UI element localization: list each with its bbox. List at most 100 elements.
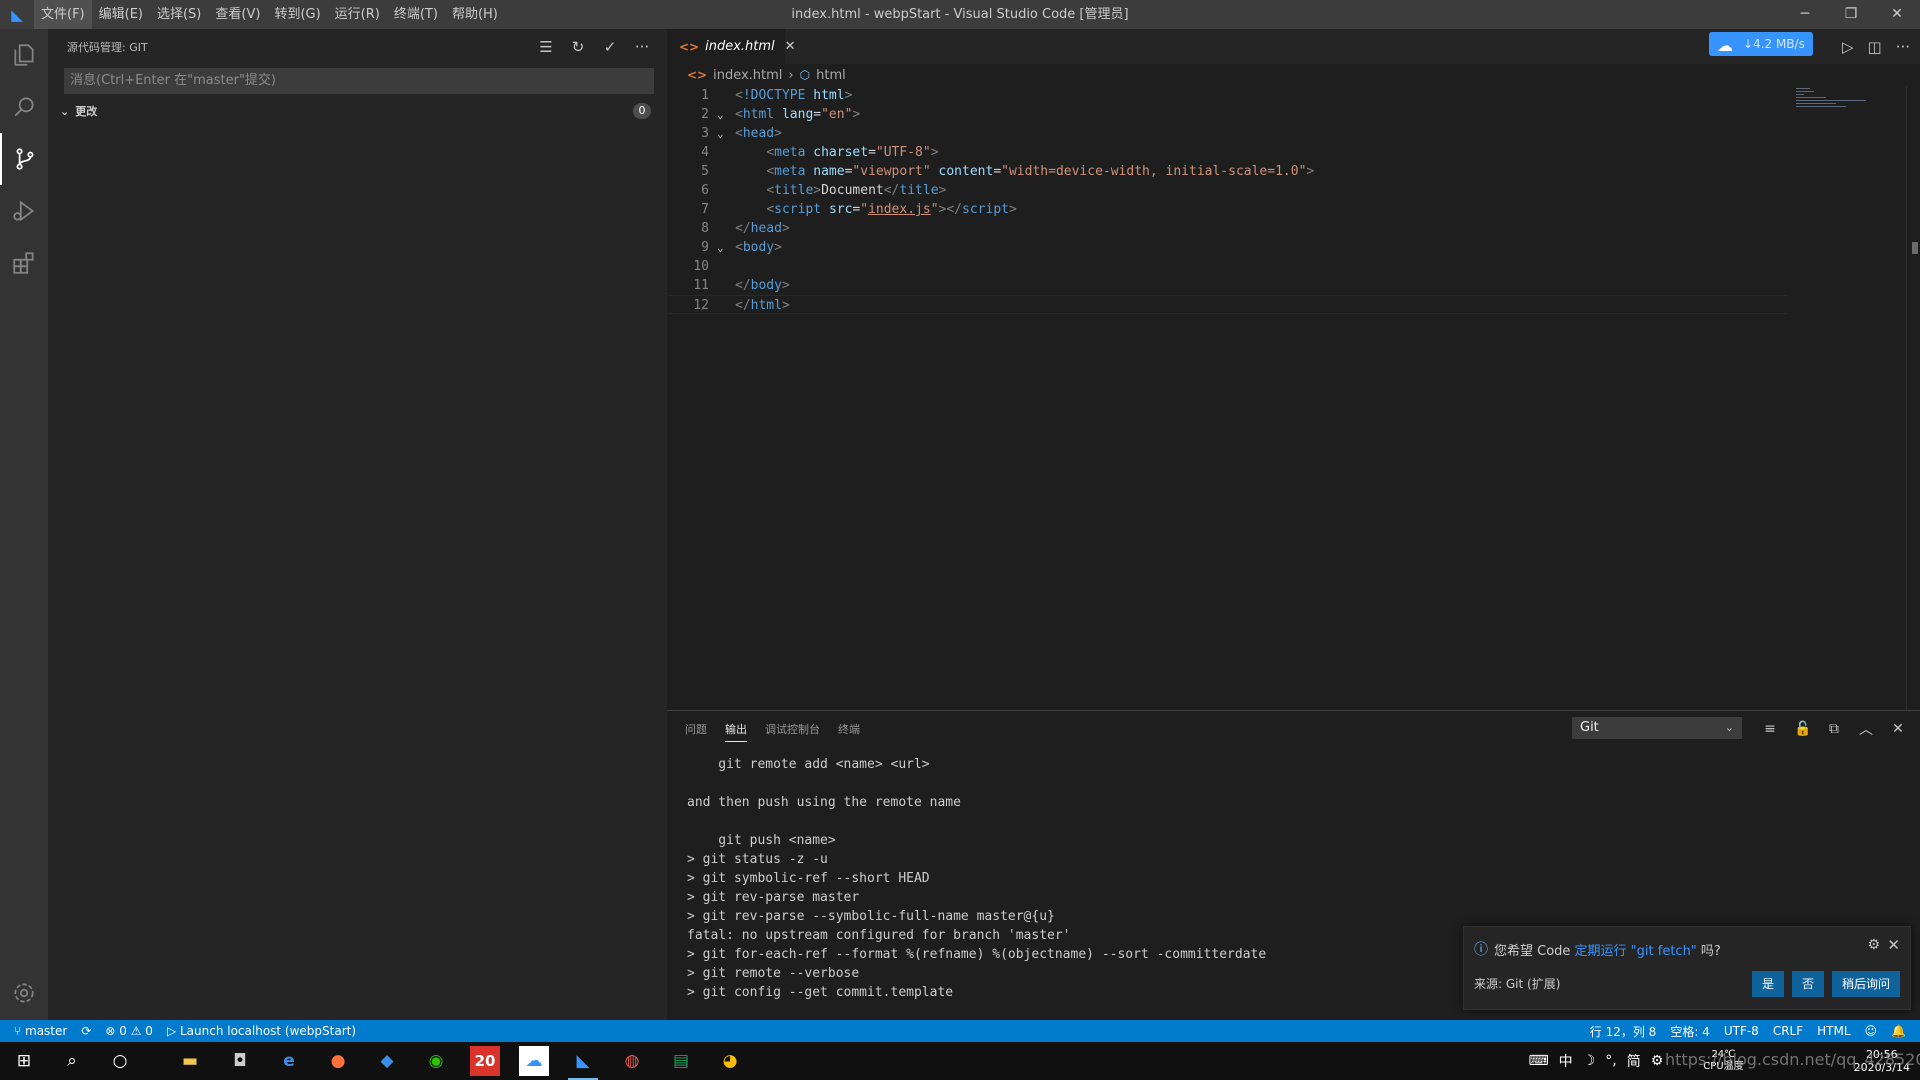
ime-chinese-indicator[interactable]: 中 xyxy=(1559,1051,1573,1071)
ask-later-button[interactable]: 稍后询问 xyxy=(1831,971,1900,997)
launch-config-status[interactable]: ▷ Launch localhost (webpStart) xyxy=(167,1024,356,1038)
search-icon[interactable]: ⌕ xyxy=(57,1046,87,1076)
app-bird-icon[interactable]: ◆ xyxy=(372,1046,402,1076)
end-of-line[interactable]: CRLF xyxy=(1773,1024,1803,1038)
search-icon[interactable] xyxy=(0,81,48,133)
problems-status[interactable]: ⊗ 0 ⚠ 0 xyxy=(105,1024,153,1038)
code-line[interactable]: 12 </html> xyxy=(667,295,1787,314)
menu-help[interactable]: 帮助(H) xyxy=(445,0,505,29)
no-button[interactable]: 否 xyxy=(1791,971,1824,997)
restore-button[interactable]: ❐ xyxy=(1828,0,1874,29)
split-editor-icon[interactable]: ◫ xyxy=(1868,38,1882,56)
gear-icon[interactable]: ⚙ xyxy=(1867,937,1880,953)
changes-group[interactable]: ⌄ 更改 0 xyxy=(48,100,667,122)
code-line[interactable]: 8 </head> xyxy=(667,219,1787,238)
gear-icon[interactable] xyxy=(0,967,48,1019)
close-panel-icon[interactable]: ✕ xyxy=(1890,721,1906,737)
run-icon[interactable]: ▷ xyxy=(1842,38,1854,56)
fold-chevron-icon[interactable]: ⌄ xyxy=(717,238,724,257)
notification-link[interactable]: 定期运行 "git fetch" xyxy=(1575,944,1697,959)
yes-button[interactable]: 是 xyxy=(1751,971,1784,997)
close-window-button[interactable]: ✕ xyxy=(1874,0,1920,29)
code-token: content xyxy=(938,164,994,179)
firefox-icon[interactable]: ● xyxy=(323,1046,353,1076)
tab-output[interactable]: 输出 xyxy=(725,721,747,742)
baidu-netdisk-icon[interactable]: ☁ xyxy=(519,1046,549,1076)
bell-icon[interactable]: 🔔 xyxy=(1891,1024,1906,1038)
cursor-position[interactable]: 行 12，列 8 xyxy=(1590,1023,1657,1040)
output-line: > git symbolic-ref --short HEAD xyxy=(687,871,930,886)
tab-problems[interactable]: 问题 xyxy=(685,721,707,737)
branch-status[interactable]: ⑂ master xyxy=(14,1024,67,1038)
vscode-icon[interactable]: ◣ xyxy=(568,1046,598,1080)
code-line[interactable]: 11 </body> xyxy=(667,276,1787,295)
feedback-icon[interactable]: ☺ xyxy=(1865,1024,1878,1038)
menu-go[interactable]: 转到(G) xyxy=(267,0,327,29)
code-line[interactable]: 6 <title>Document</title> xyxy=(667,181,1787,200)
chrome-icon[interactable]: ◕ xyxy=(715,1046,745,1076)
line-number: 3 xyxy=(701,126,709,141)
edge-icon[interactable]: e xyxy=(274,1046,304,1076)
fold-chevron-icon[interactable]: ⌄ xyxy=(717,105,724,124)
extensions-icon[interactable] xyxy=(0,237,48,289)
cortana-icon[interactable]: ○ xyxy=(105,1046,135,1076)
code-line[interactable]: 10 xyxy=(667,257,1787,276)
view-as-tree-icon[interactable]: ☰ xyxy=(537,38,555,56)
tab-index-html[interactable]: <> index.html ✕ xyxy=(667,29,796,64)
sync-icon[interactable]: ⟳ xyxy=(81,1024,91,1038)
maximize-panel-icon[interactable]: ︿ xyxy=(1858,719,1874,739)
moon-icon[interactable]: ☽ xyxy=(1583,1053,1596,1069)
app-20-icon[interactable]: 20 xyxy=(470,1046,500,1076)
code-line[interactable]: 2 ⌄ <html lang="en"> xyxy=(667,105,1787,124)
fold-chevron-icon[interactable]: ⌄ xyxy=(717,124,724,143)
menu-view[interactable]: 查看(V) xyxy=(208,0,267,29)
source-control-icon[interactable] xyxy=(0,133,48,185)
sheets-icon[interactable]: ▤ xyxy=(666,1046,696,1076)
code-line[interactable]: 5 <meta name="viewport" content="width=d… xyxy=(667,162,1787,181)
editor-more-icon[interactable]: ··· xyxy=(1896,38,1910,56)
menu-terminal[interactable]: 终端(T) xyxy=(387,0,445,29)
breadcrumb-file[interactable]: index.html xyxy=(713,68,782,83)
editor-scrollbar[interactable] xyxy=(1906,86,1920,710)
close-icon[interactable]: ✕ xyxy=(1887,936,1900,954)
run-debug-icon[interactable] xyxy=(0,185,48,237)
code-line[interactable]: 7 <script src="index.js"></script> xyxy=(667,200,1787,219)
menu-selection[interactable]: 选择(S) xyxy=(150,0,208,29)
code-editor[interactable]: 1 <!DOCTYPE html> 2 ⌄ <html lang="en"> 3 ⌄ <hea… xyxy=(667,86,1920,710)
clear-output-icon[interactable]: ≡ xyxy=(1762,721,1778,737)
keyboard-icon[interactable]: ⌨ xyxy=(1528,1053,1548,1069)
windows-start-icon[interactable]: ⊞ xyxy=(9,1046,39,1076)
breadcrumb-element[interactable]: html xyxy=(816,68,846,83)
wechat-icon[interactable]: ◉ xyxy=(421,1046,451,1076)
file-explorer-icon[interactable]: ▬ xyxy=(175,1046,205,1076)
code-token: lang xyxy=(781,107,814,122)
code-line[interactable]: 4 <meta charset="UTF-8"> xyxy=(667,143,1787,162)
menu-file[interactable]: 文件(F) xyxy=(34,0,92,29)
simplified-indicator[interactable]: 简 xyxy=(1627,1051,1641,1071)
explorer-icon[interactable] xyxy=(0,29,48,81)
lock-scroll-icon[interactable]: 🔓 xyxy=(1794,721,1811,737)
store-icon[interactable]: ◘ xyxy=(225,1046,255,1076)
close-tab-icon[interactable]: ✕ xyxy=(785,39,796,54)
open-log-icon[interactable]: ⧉ xyxy=(1826,721,1842,737)
language-mode[interactable]: HTML xyxy=(1817,1024,1850,1038)
code-line[interactable]: 9 ⌄ <body> xyxy=(667,238,1787,257)
output-channel-select[interactable]: Git ⌄ xyxy=(1572,717,1742,739)
menu-edit[interactable]: 编辑(E) xyxy=(92,0,150,29)
more-actions-icon[interactable]: ··· xyxy=(633,38,651,56)
minimap[interactable] xyxy=(1796,86,1906,110)
tab-debug-console[interactable]: 调试控制台 xyxy=(765,721,820,737)
code-line[interactable]: 1 <!DOCTYPE html> xyxy=(667,86,1787,105)
ime-settings-icon[interactable]: ⚙ xyxy=(1651,1053,1664,1069)
app-red-icon[interactable]: ◍ xyxy=(617,1046,647,1076)
indentation[interactable]: 空格: 4 xyxy=(1670,1023,1710,1040)
minimize-button[interactable]: ─ xyxy=(1782,0,1828,29)
refresh-icon[interactable]: ↻ xyxy=(569,38,587,56)
code-line[interactable]: 3 ⌄ <head> xyxy=(667,124,1787,143)
tab-terminal[interactable]: 终端 xyxy=(838,721,860,737)
menu-run[interactable]: 运行(R) xyxy=(328,0,387,29)
commit-message-input[interactable]: 消息(Ctrl+Enter 在"master"提交) xyxy=(64,68,654,94)
encoding[interactable]: UTF-8 xyxy=(1724,1024,1759,1038)
punctuation-indicator[interactable]: °, xyxy=(1605,1053,1616,1069)
commit-check-icon[interactable]: ✓ xyxy=(601,38,619,56)
